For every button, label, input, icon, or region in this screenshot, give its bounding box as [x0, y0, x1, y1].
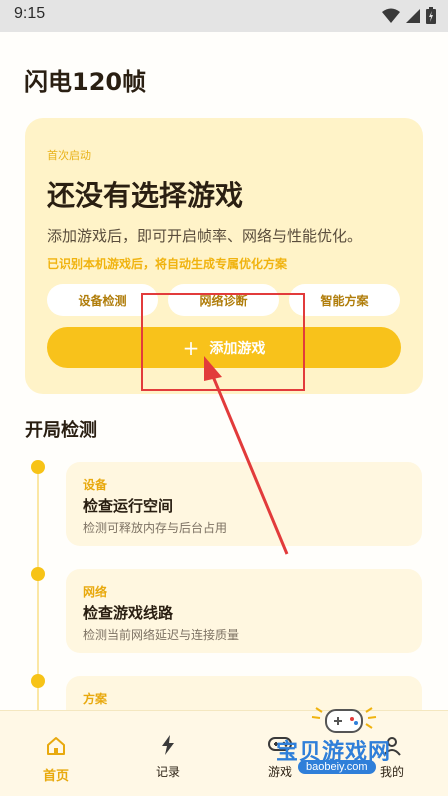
annotation-arrow-icon [204, 356, 289, 555]
watermark-url: baobeiy.com [298, 760, 376, 774]
